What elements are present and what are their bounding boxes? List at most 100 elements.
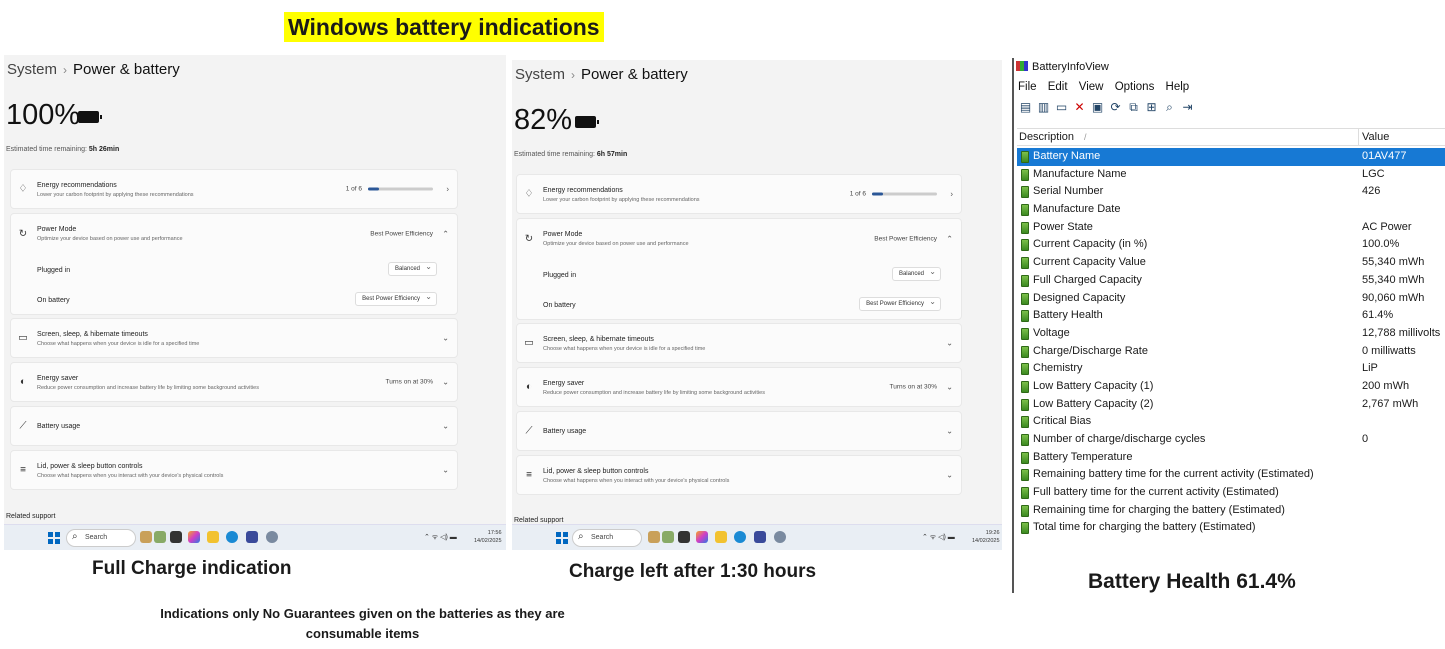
edge-icon[interactable] — [734, 531, 746, 543]
menu-edit[interactable]: Edit — [1048, 81, 1068, 93]
clock[interactable]: 19:26 14/02/2025 — [972, 529, 1000, 545]
copy-icon[interactable]: ⧉ — [1126, 100, 1141, 115]
battery-usage-card[interactable]: ⟋ Battery usage ⌄ — [516, 411, 962, 451]
table-row[interactable]: Designed Capacity 90,060 mWh — [1017, 290, 1445, 308]
plugged-in-dropdown[interactable]: Balanced — [891, 266, 941, 281]
column-value[interactable]: Value — [1362, 131, 1389, 143]
save-icon[interactable]: ▣ — [1090, 100, 1105, 115]
system-tray[interactable]: ⌃ ᯤ ◁) ▬ — [922, 533, 955, 542]
chevron-down-icon: ⌄ — [442, 333, 449, 343]
menu-file[interactable]: File — [1018, 81, 1037, 93]
table-row[interactable]: Full Charged Capacity 55,340 mWh — [1017, 272, 1445, 290]
table-row[interactable]: Voltage 12,788 millivolts — [1017, 325, 1445, 343]
html-report-icon[interactable]: ⊞ — [1144, 100, 1159, 115]
power-mode-card[interactable]: ↻ Power Mode Optimize your device based … — [10, 213, 458, 315]
file-explorer-icon[interactable] — [207, 531, 219, 543]
table-row[interactable]: Current Capacity (in %) 100.0% — [1017, 236, 1445, 254]
table-row[interactable]: Critical Bias — [1017, 413, 1445, 431]
table-row[interactable]: Full battery time for the current activi… — [1017, 484, 1445, 502]
breadcrumb: System › Power & battery — [7, 61, 180, 78]
card-desc: Optimize your device based on power use … — [543, 241, 689, 247]
card-desc: Optimize your device based on power use … — [37, 236, 183, 242]
app-icon[interactable] — [154, 531, 166, 543]
row-value: LiP — [1362, 362, 1378, 375]
row-description: Battery Name — [1033, 150, 1101, 162]
copilot-icon[interactable] — [696, 531, 708, 543]
card-title: Battery usage — [37, 423, 81, 430]
chevron-up-icon[interactable]: ⌃ — [442, 230, 449, 239]
clock[interactable]: 17:56 14/02/2025 — [474, 529, 502, 545]
screen-sleep-card[interactable]: ▭ Screen, sleep, & hibernate timeouts Ch… — [516, 323, 962, 363]
system-tray[interactable]: ⌃ ᯤ ◁) ▬ — [424, 533, 457, 542]
battery-item-icon — [1021, 310, 1029, 323]
column-description[interactable]: Description / — [1019, 131, 1087, 143]
table-row[interactable]: Serial Number 426 — [1017, 183, 1445, 201]
table-row[interactable]: Current Capacity Value 55,340 mWh — [1017, 254, 1445, 272]
table-row[interactable]: Chemistry LiP — [1017, 360, 1445, 378]
table-row[interactable]: Number of charge/discharge cycles 0 — [1017, 431, 1445, 449]
plugged-in-dropdown[interactable]: Balanced — [387, 261, 437, 276]
table-row[interactable]: Remaining battery time for the current a… — [1017, 466, 1445, 484]
menu-options[interactable]: Options — [1115, 81, 1155, 93]
breadcrumb-system[interactable]: System — [515, 66, 565, 83]
energy-saver-card[interactable]: ◐ Energy saver Reduce power consumption … — [10, 362, 458, 402]
lid-power-card[interactable]: ≡ Lid, power & sleep button controls Cho… — [516, 455, 962, 495]
list-icon[interactable]: ▥ — [1036, 100, 1051, 115]
find-icon[interactable]: ⌕ — [1162, 100, 1177, 115]
on-battery-dropdown[interactable]: Best Power Efficiency — [355, 291, 437, 306]
windows-start-icon[interactable] — [48, 532, 60, 544]
table-row[interactable]: Charge/Discharge Rate 0 milliwatts — [1017, 343, 1445, 361]
energy-recommendations-card[interactable]: ♢ Energy recommendations Lower your carb… — [10, 169, 458, 209]
row-description: Current Capacity Value — [1033, 256, 1146, 269]
task-view-icon[interactable] — [170, 531, 182, 543]
edge-icon[interactable] — [226, 531, 238, 543]
caption-charge-left: Charge left after 1:30 hours — [569, 561, 817, 582]
copilot-icon[interactable] — [188, 531, 200, 543]
table-row[interactable]: Battery Health 61.4% — [1017, 307, 1445, 325]
table-row[interactable]: Manufacture Name LGC — [1017, 166, 1445, 184]
table-row[interactable]: Total time for charging the battery (Est… — [1017, 519, 1445, 537]
settings-gear-icon[interactable] — [266, 531, 278, 543]
lid-power-card[interactable]: ≡ Lid, power & sleep button controls Cho… — [10, 450, 458, 490]
task-view-icon[interactable] — [678, 531, 690, 543]
window-icon[interactable]: ▭ — [1054, 100, 1069, 115]
file-explorer-icon[interactable] — [715, 531, 727, 543]
app-icon[interactable] — [662, 531, 674, 543]
on-battery-dropdown[interactable]: Best Power Efficiency — [859, 296, 941, 311]
properties-icon[interactable]: ▤ — [1018, 100, 1033, 115]
battery-usage-card[interactable]: ⟋ Battery usage ⌄ — [10, 406, 458, 446]
energy-saver-card[interactable]: ◐ Energy saver Reduce power consumption … — [516, 367, 962, 407]
screen-sleep-card[interactable]: ▭ Screen, sleep, & hibernate timeouts Ch… — [10, 318, 458, 358]
refresh-icon[interactable]: ⟳ — [1108, 100, 1123, 115]
table-row[interactable]: Battery Name 01AV477 — [1017, 148, 1445, 166]
estimated-time: Estimated time remaining: 6h 57min — [514, 151, 628, 158]
chevron-up-icon[interactable]: ⌃ — [946, 235, 953, 244]
widgets-icon[interactable] — [648, 531, 660, 543]
widgets-icon[interactable] — [140, 531, 152, 543]
exit-icon[interactable]: ⇥ — [1180, 100, 1195, 115]
power-mode-card[interactable]: ↻ Power Mode Optimize your device based … — [516, 218, 962, 320]
table-row[interactable]: Manufacture Date — [1017, 201, 1445, 219]
delete-icon[interactable]: ✕ — [1072, 100, 1087, 115]
menu-view[interactable]: View — [1079, 81, 1104, 93]
caption-battery-health: Battery Health 61.4% — [1088, 570, 1296, 593]
energy-recommendations-card[interactable]: ♢ Energy recommendations Lower your carb… — [516, 174, 962, 214]
taskbar-search[interactable]: Search — [66, 529, 136, 547]
table-row[interactable]: Low Battery Capacity (2) 2,767 mWh — [1017, 396, 1445, 414]
table-row[interactable]: Remaining time for charging the battery … — [1017, 502, 1445, 520]
store-icon[interactable] — [754, 531, 766, 543]
windows-start-icon[interactable] — [556, 532, 568, 544]
table-row[interactable]: Power State AC Power — [1017, 219, 1445, 237]
store-icon[interactable] — [246, 531, 258, 543]
row-description: Power State — [1033, 220, 1093, 233]
battery-item-icon — [1021, 204, 1029, 217]
table-row[interactable]: Low Battery Capacity (1) 200 mWh — [1017, 378, 1445, 396]
menu-help[interactable]: Help — [1166, 81, 1190, 93]
breadcrumb-system[interactable]: System — [7, 61, 57, 78]
battery-item-icon — [1021, 274, 1029, 287]
table-row[interactable]: Battery Temperature — [1017, 449, 1445, 467]
leaf-icon: ♢ — [524, 188, 534, 200]
power-mode-value: Best Power Efficiency — [874, 235, 937, 243]
taskbar-search[interactable]: Search — [572, 529, 642, 547]
settings-gear-icon[interactable] — [774, 531, 786, 543]
